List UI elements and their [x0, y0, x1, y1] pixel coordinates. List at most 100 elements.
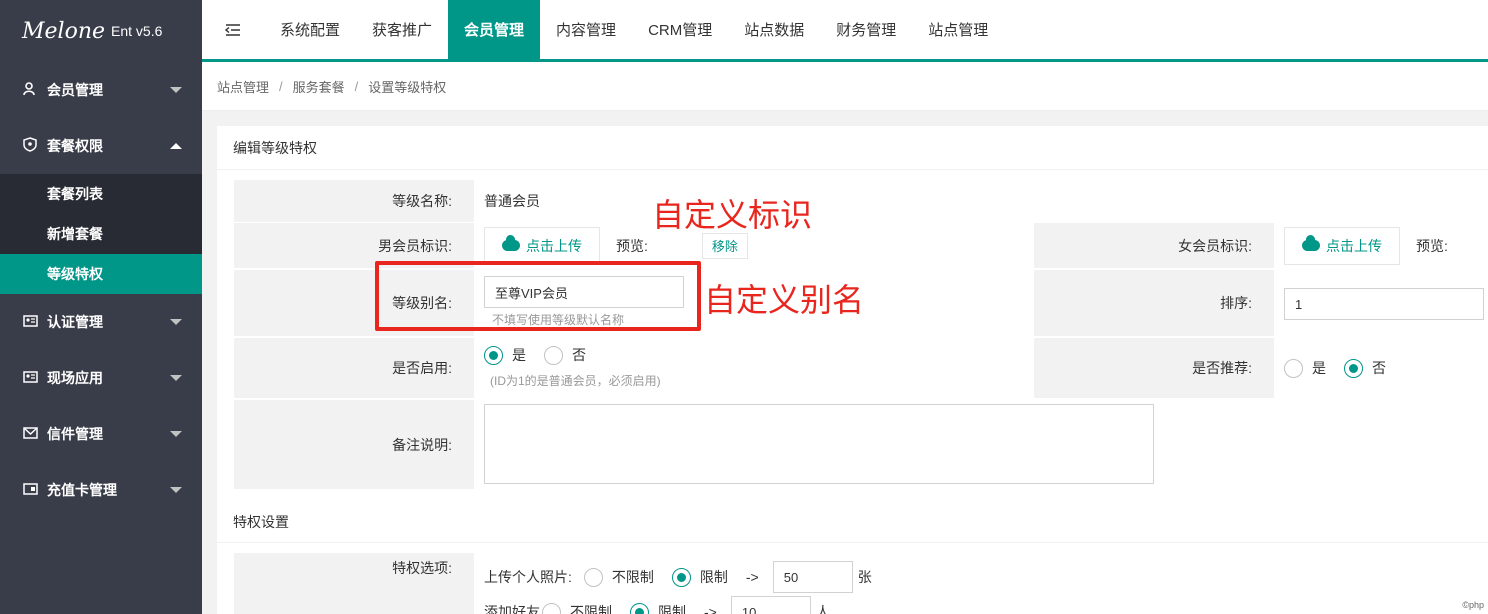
breadcrumb-current: 设置等级特权 — [368, 79, 447, 95]
breadcrumb: 站点管理 / 服务套餐 / 设置等级特权 — [202, 62, 1488, 111]
annotation-custom-alias: 自定义别名 — [704, 281, 865, 319]
unit-text: 人 — [815, 604, 830, 614]
radio-checked-icon — [1344, 358, 1363, 378]
sidebar-group-mail[interactable]: 信件管理 — [0, 406, 202, 462]
photo-unlimited-radio[interactable]: 不限制 — [583, 567, 654, 587]
sidebar: Melone Ent v5.6 会员管理 套餐权限 套餐列表 新增套餐 等级特权… — [0, 0, 202, 614]
shield-icon — [22, 137, 38, 155]
breadcrumb-item[interactable]: 站点管理 — [217, 77, 269, 96]
recommend-yes-radio[interactable]: 是 — [1284, 358, 1326, 378]
female-upload-button[interactable]: 点击上传 — [1284, 226, 1400, 265]
watermark: ©php — [1462, 600, 1484, 610]
tab-finance-management[interactable]: 财务管理 — [820, 0, 912, 59]
tab-crm-management[interactable]: CRM管理 — [632, 0, 728, 59]
arrow-text: -> — [745, 569, 759, 585]
remark-label: 备注说明: — [234, 400, 474, 489]
tab-customer-acquisition[interactable]: 获客推广 — [356, 0, 448, 59]
sidebar-group-auth[interactable]: 认证管理 — [0, 294, 202, 350]
cloud-upload-icon — [1302, 235, 1320, 251]
upload-button-label: 点击上传 — [1326, 237, 1382, 254]
sidebar-item-level-privilege[interactable]: 等级特权 — [0, 254, 202, 294]
radio-label: 否 — [572, 347, 586, 363]
sort-label: 排序: — [1034, 270, 1274, 336]
enabled-hint: (ID为1的是普通会员，必须启用) — [490, 374, 661, 388]
female-badge-label: 女会员标识: — [1034, 223, 1274, 268]
radio-checked-icon — [484, 345, 503, 365]
menu-fold-icon[interactable] — [202, 0, 264, 59]
photo-limited-radio[interactable]: 限制 — [671, 567, 728, 587]
privilege-options-label: 特权选项: — [234, 553, 474, 614]
friend-limited-radio[interactable]: 限制 — [630, 602, 686, 614]
male-remove-button[interactable]: 移除 — [701, 232, 748, 259]
chevron-up-icon — [170, 143, 182, 149]
sidebar-group-label: 充值卡管理 — [47, 482, 117, 498]
annotation-custom-badge: 自定义标识 — [652, 196, 813, 234]
tab-content-management[interactable]: 内容管理 — [540, 0, 632, 59]
enabled-label: 是否启用: — [234, 338, 474, 398]
arrow-text: -> — [704, 604, 717, 614]
breadcrumb-separator: / — [354, 78, 359, 94]
photo-limit-input[interactable]: 50 — [772, 561, 853, 593]
level-name-value: 普通会员 — [484, 193, 540, 209]
chevron-down-icon — [170, 375, 182, 381]
radio-unchecked-icon — [544, 345, 563, 365]
logo[interactable]: Melone Ent v5.6 — [0, 0, 202, 62]
radio-unchecked-icon — [583, 567, 603, 587]
recommend-no-radio[interactable]: 否 — [1344, 358, 1386, 378]
radio-label: 限制 — [699, 569, 728, 585]
sidebar-group-label: 套餐权限 — [47, 138, 103, 154]
sidebar-group-package[interactable]: 套餐权限 — [0, 118, 202, 174]
unit-text: 张 — [857, 569, 872, 585]
logo-version: Ent v5.6 — [111, 23, 163, 39]
recommend-label: 是否推荐: — [1034, 338, 1274, 398]
privilege-name: 添加好友 — [484, 604, 540, 614]
radio-checked-icon — [630, 602, 649, 614]
tab-member-management[interactable]: 会员管理 — [448, 0, 541, 59]
sidebar-group-label: 现场应用 — [47, 370, 103, 386]
chevron-down-icon — [170, 487, 182, 493]
radio-label: 不限制 — [570, 604, 612, 614]
enabled-yes-radio[interactable]: 是 — [484, 345, 526, 365]
friend-limit-input[interactable]: 10 — [730, 596, 811, 614]
remark-textarea[interactable] — [484, 404, 1154, 484]
radio-label: 是 — [1312, 360, 1326, 376]
tab-site-data[interactable]: 站点数据 — [728, 0, 820, 59]
level-name-label: 等级名称: — [234, 180, 474, 222]
sidebar-group-label: 认证管理 — [47, 314, 103, 330]
sidebar-group-member[interactable]: 会员管理 — [0, 62, 202, 118]
radio-unchecked-icon — [1284, 358, 1303, 378]
radio-label: 不限制 — [611, 569, 654, 585]
breadcrumb-separator: / — [279, 78, 283, 94]
male-upload-button[interactable]: 点击上传 — [484, 226, 600, 265]
sidebar-group-label: 会员管理 — [47, 82, 103, 98]
cloud-upload-icon — [502, 235, 520, 251]
radio-unchecked-icon — [542, 602, 561, 614]
radio-checked-icon — [671, 567, 691, 587]
female-preview-label: 预览: — [1416, 237, 1448, 254]
sort-input[interactable]: 1 — [1284, 288, 1484, 320]
mail-icon — [22, 426, 38, 442]
card-icon — [22, 482, 38, 498]
chevron-down-icon — [170, 319, 182, 325]
privilege-section-title: 特权设置 — [233, 514, 289, 530]
logo-mark: Melone — [22, 18, 106, 44]
user-icon — [22, 81, 38, 99]
friend-unlimited-radio[interactable]: 不限制 — [542, 602, 612, 614]
privilege-name: 上传个人照片: — [484, 569, 572, 585]
sidebar-item-add-package[interactable]: 新增套餐 — [0, 214, 202, 254]
sidebar-group-card[interactable]: 充值卡管理 — [0, 462, 202, 518]
sidebar-group-onsite[interactable]: 现场应用 — [0, 350, 202, 406]
tab-system-config[interactable]: 系统配置 — [264, 0, 356, 59]
upload-button-label: 点击上传 — [526, 237, 582, 254]
edit-level-card: 编辑等级特权 等级名称: 普通会员 男会员标识: 点击上传 预览: 移除 女会员… — [217, 126, 1488, 614]
breadcrumb-item[interactable]: 服务套餐 — [293, 77, 345, 96]
section-divider — [217, 542, 1488, 543]
enabled-no-radio[interactable]: 否 — [544, 345, 586, 365]
sidebar-submenu: 套餐列表 新增套餐 等级特权 — [0, 174, 202, 294]
sidebar-group-label: 信件管理 — [47, 426, 103, 442]
chevron-down-icon — [170, 431, 182, 437]
radio-label: 否 — [1372, 360, 1386, 376]
card-title: 编辑等级特权 — [217, 126, 1488, 170]
tab-site-management[interactable]: 站点管理 — [912, 0, 1004, 59]
sidebar-item-package-list[interactable]: 套餐列表 — [0, 174, 202, 214]
